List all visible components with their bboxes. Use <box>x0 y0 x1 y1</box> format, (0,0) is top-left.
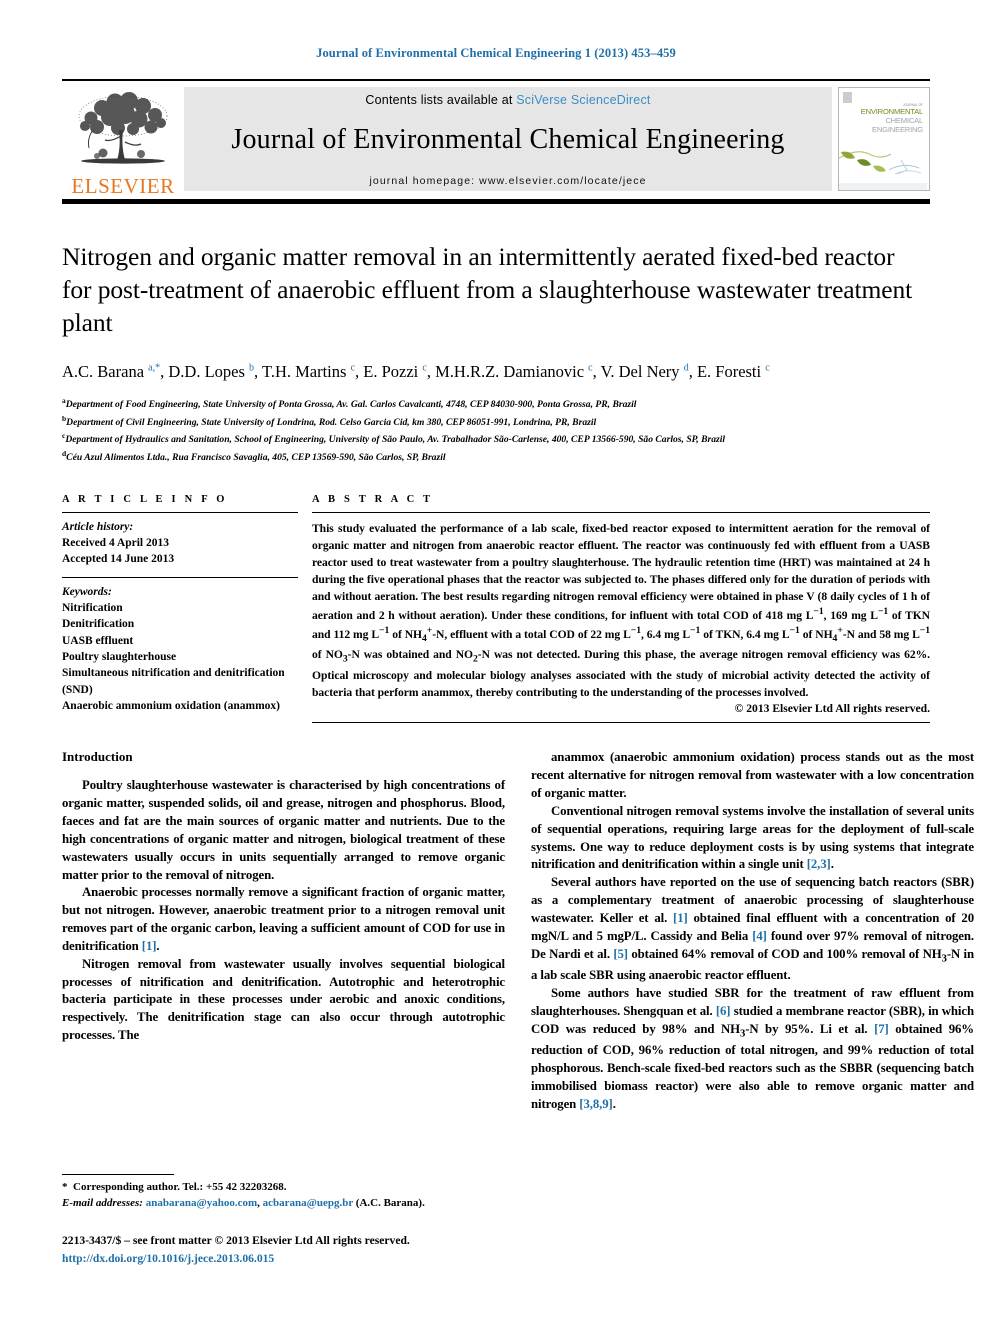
footnote-rule <box>62 1174 174 1176</box>
page-title: Nitrogen and organic matter removal in a… <box>62 242 913 338</box>
affiliation-text: Céu Azul Alimentos Ltda., Rua Francisco … <box>66 452 446 464</box>
corresponding-author-note: * Corresponding author. Tel.: +55 42 322… <box>62 1181 287 1194</box>
affiliation-item: bDepartment of Civil Engineering, State … <box>62 413 930 431</box>
body-column-right: anammox (anaerobic ammonium oxidation) p… <box>531 749 974 1113</box>
elsevier-logo: ELSEVIER <box>62 81 184 199</box>
affiliation-text: Department of Food Engineering, State Un… <box>65 399 637 411</box>
article-info-column: A R T I C L E I N F O Article history: R… <box>62 494 298 724</box>
keyword-item: Simultaneous nitrification and denitrifi… <box>62 667 285 696</box>
contents-prefix: Contents lists available at <box>365 93 517 107</box>
email-owner: (A.C. Barana). <box>355 1197 425 1210</box>
abstract-column: A B S T R A C T This study evaluated the… <box>312 494 930 724</box>
article-received-date: Received 4 April 2013 <box>62 537 169 550</box>
email-label: E-mail addresses: <box>62 1197 143 1210</box>
section-heading-introduction: Introduction <box>62 749 133 765</box>
abstract-heading: A B S T R A C T <box>312 493 434 505</box>
email-link-2[interactable]: acbarana@uepg.br <box>263 1197 353 1209</box>
info-abstract-region: A R T I C L E I N F O Article history: R… <box>62 494 930 724</box>
sciencedirect-link[interactable]: SciVerse ScienceDirect <box>516 93 650 107</box>
journal-band: Contents lists available at SciVerse Sci… <box>184 87 832 191</box>
paragraph: Nitrogen removal from wastewater usually… <box>62 956 505 1043</box>
keyword-item: Poultry slaughterhouse <box>62 651 177 664</box>
contents-available-line: Contents lists available at SciVerse Sci… <box>365 93 650 107</box>
affiliation-text: Department of Civil Engineering, State U… <box>66 416 597 428</box>
running-head: Journal of Environmental Chemical Engine… <box>316 46 676 60</box>
footnote-area: * Corresponding author. Tel.: +55 42 322… <box>62 1174 505 1267</box>
keyword-item: UASB effluent <box>62 634 134 647</box>
affiliation-list: aDepartment of Food Engineering, State U… <box>62 395 930 466</box>
journal-title: Journal of Environmental Chemical Engine… <box>231 124 785 155</box>
issn-block: 2213-3437/$ – see front matter © 2013 El… <box>62 1232 505 1267</box>
journal-cover-thumbnail: JOURNAL OF ENVIRONMENTAL CHEMICAL ENGINE… <box>838 87 930 191</box>
keywords-label: Keywords: <box>62 585 112 598</box>
article-history-label: Article history: <box>62 520 134 533</box>
article-history-group: Article history: Received 4 April 2013 A… <box>62 513 298 577</box>
email-note: E-mail addresses: anabarana@yahoo.com, a… <box>62 1196 505 1212</box>
paragraph: Poultry slaughterhouse wastewater is cha… <box>62 778 505 882</box>
keyword-item: Denitrification <box>62 618 135 631</box>
svg-text:ENGINEERING: ENGINEERING <box>872 125 923 134</box>
svg-text:CHEMICAL: CHEMICAL <box>885 116 923 125</box>
elsevier-wordmark: ELSEVIER <box>71 174 175 198</box>
email-link-1[interactable]: anabarana@yahoo.com <box>146 1197 257 1209</box>
abstract-copyright: © 2013 Elsevier Ltd All rights reserved. <box>734 701 930 715</box>
body-columns: Introduction Poultry slaughterhouse wast… <box>62 749 974 1113</box>
affiliation-item: dCéu Azul Alimentos Ltda., Rua Francisco… <box>62 448 930 466</box>
cover-art: JOURNAL OF ENVIRONMENTAL CHEMICAL ENGINE… <box>839 88 927 190</box>
doi-link[interactable]: http://dx.doi.org/10.1016/j.jece.2013.06… <box>62 1250 505 1267</box>
article-info-heading: A R T I C L E I N F O <box>62 493 228 505</box>
journal-masthead: ELSEVIER Contents lists available at Sci… <box>62 79 930 199</box>
abstract-bottom-rule <box>312 721 930 723</box>
keywords-group: Keywords: Nitrification Denitrification … <box>62 578 298 724</box>
paragraph: Some authors have studied SBR for the tr… <box>531 985 974 1111</box>
title-block: Nitrogen and organic matter removal in a… <box>62 240 930 466</box>
svg-text:ENVIRONMENTAL: ENVIRONMENTAL <box>861 107 923 116</box>
paragraph: anammox (anaerobic ammonium oxidation) p… <box>531 750 974 801</box>
keyword-item: Nitrification <box>62 602 123 615</box>
masthead-bottom-rule <box>62 199 930 204</box>
affiliation-item: aDepartment of Food Engineering, State U… <box>62 395 930 413</box>
body-column-left: Introduction Poultry slaughterhouse wast… <box>62 749 505 1113</box>
paragraph: Anaerobic processes normally remove a si… <box>62 885 505 953</box>
article-accepted-date: Accepted 14 June 2013 <box>62 553 175 566</box>
affiliation-item: cDepartment of Hydraulics and Sanitation… <box>62 430 930 448</box>
paragraph: Conventional nitrogen removal systems in… <box>531 803 974 872</box>
paragraph: Several authors have reported on the use… <box>531 875 975 983</box>
elsevier-tree-icon <box>78 92 168 164</box>
affiliation-text: Department of Hydraulics and Sanitation,… <box>65 434 726 446</box>
keyword-item: Anaerobic ammonium oxidation (anammox) <box>62 700 280 713</box>
abstract-text: This study evaluated the performance of … <box>312 521 931 699</box>
paper-page: Journal of Environmental Chemical Engine… <box>0 0 992 1323</box>
journal-homepage-line[interactable]: journal homepage: www.elsevier.com/locat… <box>369 175 646 187</box>
issn-line: 2213-3437/$ – see front matter © 2013 El… <box>62 1234 410 1248</box>
author-list: A.C. Barana a,*, D.D. Lopes b, T.H. Mart… <box>62 362 770 382</box>
